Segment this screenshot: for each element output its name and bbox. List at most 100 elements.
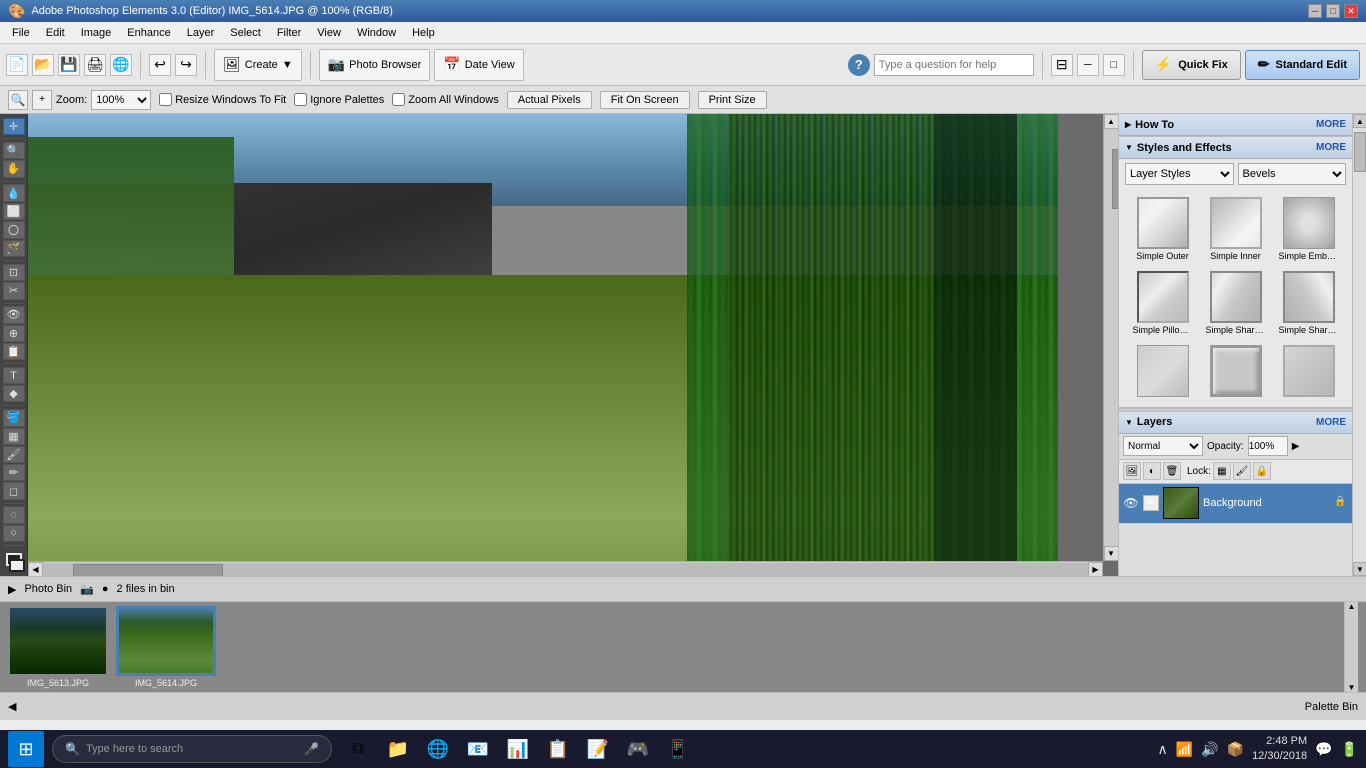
magic-wand-tool[interactable]: 🪄 <box>3 240 25 257</box>
scroll-right-button[interactable]: ▶ <box>1088 562 1103 577</box>
right-vscroll-down-button[interactable]: ▼ <box>1353 562 1366 576</box>
actual-pixels-button[interactable]: Actual Pixels <box>507 91 592 109</box>
file-explorer-app[interactable]: 📁 <box>380 731 416 767</box>
eraser-tool[interactable]: ◻ <box>3 482 25 499</box>
open-file-icon[interactable]: 📂 <box>32 54 54 76</box>
background-color[interactable] <box>9 559 25 572</box>
zoom-out-button[interactable]: 🔍 <box>8 90 28 110</box>
photo-thumb-5614[interactable]: IMG_5614.JPG <box>116 606 216 688</box>
layers-arrow-icon[interactable]: ▼ <box>1125 418 1133 427</box>
chevron-up-icon[interactable]: ∧ <box>1158 741 1168 758</box>
style-thumb-extra2[interactable] <box>1200 341 1271 403</box>
zoom-in-button[interactable]: + <box>32 90 52 110</box>
quick-fix-button[interactable]: ⚡ Quick Fix <box>1142 50 1241 80</box>
scroll-up-button[interactable]: ▲ <box>1104 114 1119 129</box>
menu-edit[interactable]: Edit <box>38 22 73 44</box>
start-button[interactable]: ⊞ <box>8 731 44 767</box>
app8[interactable]: 🎮 <box>620 731 656 767</box>
chrome-app[interactable]: 🌐 <box>420 731 456 767</box>
network-icon[interactable]: 📶 <box>1176 741 1193 758</box>
resize-windows-checkbox[interactable]: Resize Windows To Fit <box>159 93 286 106</box>
style-thumb-simple-outer[interactable]: Simple Outer <box>1127 193 1198 265</box>
minimize-button[interactable]: ─ <box>1308 4 1322 18</box>
layer-row-background[interactable]: 👁 ✏ Background 🔒 <box>1119 484 1352 524</box>
layers-more-link[interactable]: MORE <box>1316 417 1346 428</box>
right-vscroll-track[interactable] <box>1353 128 1366 562</box>
ignore-palettes-checkbox[interactable]: Ignore Palettes <box>294 93 384 106</box>
window-min-icon[interactable]: ─ <box>1077 54 1099 76</box>
menu-help[interactable]: Help <box>404 22 443 44</box>
battery-icon[interactable]: 🔋 <box>1341 741 1358 758</box>
photo-bin-vscroll-down[interactable]: ▼ <box>1348 683 1356 692</box>
text-tool[interactable]: T <box>3 367 25 384</box>
outlook-app[interactable]: 📧 <box>460 731 496 767</box>
lock-image-button[interactable]: 🖌 <box>1233 462 1251 480</box>
brush-tool[interactable]: 🖌 <box>3 446 25 463</box>
style-thumb-simple-sharp2[interactable]: Simple Sharp ... <box>1273 267 1344 339</box>
style-thumb-extra3[interactable] <box>1273 341 1344 403</box>
menu-layer[interactable]: Layer <box>179 22 223 44</box>
styles-subcategory-select[interactable]: Bevels Drop Shadows Glow <box>1238 163 1347 185</box>
cookie-cutter-tool[interactable]: ✂ <box>3 282 25 299</box>
volume-icon[interactable]: 🔊 <box>1201 741 1218 758</box>
word-app[interactable]: 📝 <box>580 731 616 767</box>
search-bar[interactable]: 🔍 Type here to search 🎤 <box>52 735 332 763</box>
pencil-tool[interactable]: ✏ <box>3 464 25 481</box>
help-input[interactable] <box>874 54 1034 76</box>
style-thumb-simple-sharp1[interactable]: Simple Sharp ... <box>1200 267 1271 339</box>
lock-transparent-button[interactable]: ▦ <box>1213 462 1231 480</box>
project-app[interactable]: 📋 <box>540 731 576 767</box>
right-vscroll-up-button[interactable]: ▲ <box>1353 114 1366 128</box>
clock[interactable]: 2:48 PM 12/30/2018 <box>1252 734 1307 765</box>
crop-tool[interactable]: ⊡ <box>3 264 25 281</box>
style-thumb-extra1[interactable] <box>1127 341 1198 403</box>
excel-app[interactable]: 📊 <box>500 731 536 767</box>
photo-thumb-5613[interactable]: IMG_5613.JPG <box>8 606 108 688</box>
window-layout-icon[interactable]: ⊟ <box>1051 54 1073 76</box>
h-scroll-track[interactable] <box>43 563 1088 576</box>
eyedropper-tool[interactable]: 💧 <box>3 184 25 201</box>
window-max-icon[interactable]: □ <box>1103 54 1125 76</box>
custom-shape-tool[interactable]: ◆ <box>3 385 25 402</box>
web-icon[interactable]: 🌐 <box>110 54 132 76</box>
styles-category-select[interactable]: Layer Styles Effects Filters <box>1125 163 1234 185</box>
zoom-select[interactable]: 100% 50% 200% <box>91 90 151 110</box>
close-button[interactable]: ✕ <box>1344 4 1358 18</box>
red-eye-tool[interactable]: 👁 <box>3 306 25 323</box>
menu-image[interactable]: Image <box>73 22 120 44</box>
marquee-tool[interactable]: ⬜ <box>3 203 25 220</box>
gradient-tool[interactable]: ▦ <box>3 428 25 445</box>
styles-more-link[interactable]: MORE <box>1316 142 1346 153</box>
scroll-down-button[interactable]: ▼ <box>1104 546 1119 561</box>
menu-file[interactable]: File <box>4 22 38 44</box>
dodge-tool[interactable]: ○ <box>3 525 25 542</box>
howto-more-link[interactable]: MORE <box>1316 119 1346 130</box>
create-button[interactable]: 🖼 Create ▼ <box>214 49 302 81</box>
menu-window[interactable]: Window <box>349 22 404 44</box>
style-thumb-simple-emboss[interactable]: Simple Emboss <box>1273 193 1344 265</box>
blend-mode-select[interactable]: Normal Multiply Screen <box>1123 436 1203 456</box>
palette-bin-label[interactable]: Palette Bin <box>1305 701 1358 713</box>
layer-edit-icon[interactable]: ✏ <box>1143 495 1159 511</box>
taskview-button[interactable]: ⧉ <box>340 731 376 767</box>
save-file-icon[interactable]: 💾 <box>58 54 80 76</box>
howto-arrow-icon[interactable]: ▶ <box>1125 120 1131 129</box>
print-size-button[interactable]: Print Size <box>698 91 767 109</box>
layer-delete-button[interactable]: 🗑 <box>1163 462 1181 480</box>
paint-bucket-tool[interactable]: 🪣 <box>3 409 25 426</box>
right-vscroll-thumb[interactable] <box>1354 132 1366 172</box>
undo-icon[interactable]: ↩ <box>149 54 171 76</box>
app9[interactable]: 📱 <box>660 731 696 767</box>
standard-edit-button[interactable]: ✏ Standard Edit <box>1245 50 1360 80</box>
styles-arrow-icon[interactable]: ▼ <box>1125 143 1133 152</box>
move-tool[interactable]: ✛ <box>3 118 25 135</box>
hand-tool[interactable]: ✋ <box>3 160 25 177</box>
menu-enhance[interactable]: Enhance <box>119 22 178 44</box>
v-scroll-thumb[interactable] <box>1112 149 1118 209</box>
maximize-button[interactable]: □ <box>1326 4 1340 18</box>
photo-bin-arrow-icon[interactable]: ▶ <box>8 583 16 596</box>
palette-bin-arrow-icon[interactable]: ◀ <box>8 700 16 713</box>
opacity-arrow-icon[interactable]: ▶ <box>1292 441 1300 452</box>
print-icon[interactable]: 🖨 <box>84 54 106 76</box>
h-scroll-thumb[interactable] <box>73 564 223 577</box>
